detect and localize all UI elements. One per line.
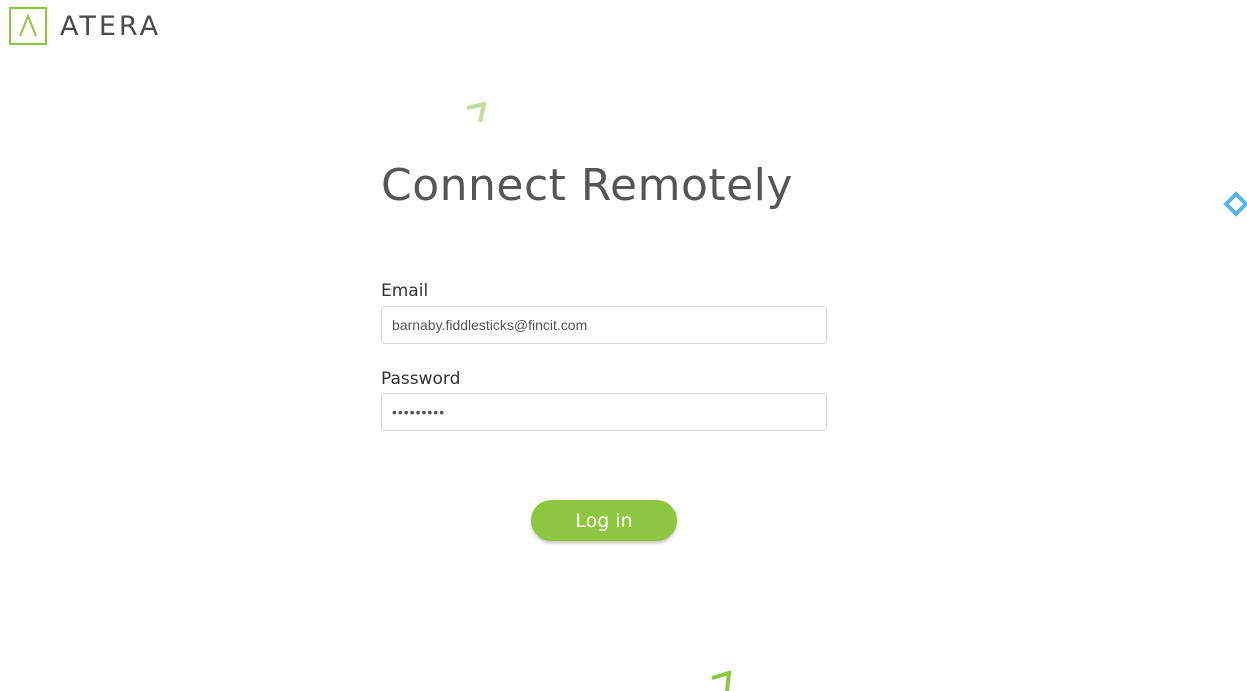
- green-caret-icon: [466, 102, 487, 123]
- green-caret-icon: [711, 670, 732, 691]
- blue-diamond-icon: [1223, 191, 1247, 217]
- email-label: Email: [381, 281, 429, 301]
- login-page: ATERA Connect Remotely Email Password Lo…: [0, 0, 1247, 691]
- email-field[interactable]: [381, 306, 827, 344]
- login-button[interactable]: Log in: [531, 500, 677, 541]
- brand-name: ATERA: [60, 10, 162, 42]
- atera-logo: ATERA: [9, 7, 161, 45]
- password-field[interactable]: [381, 393, 827, 431]
- password-label: Password: [381, 369, 461, 389]
- page-title: Connect Remotely: [381, 160, 793, 211]
- atera-caret-icon: [9, 7, 47, 45]
